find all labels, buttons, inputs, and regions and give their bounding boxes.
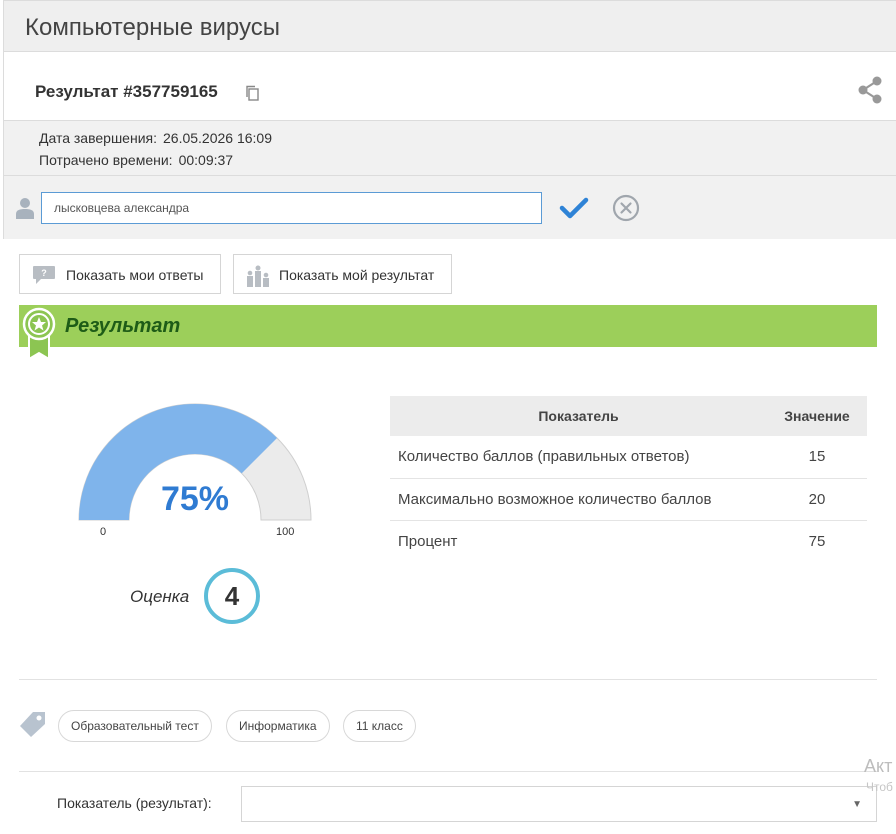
time-spent-label: Потрачено времени: <box>39 152 173 168</box>
activation-watermark-line1: Акт <box>864 756 893 776</box>
page-header: Компьютерные вирусы <box>3 0 896 52</box>
svg-text:?: ? <box>41 268 47 278</box>
table-row: Количество баллов (правильных ответов) 1… <box>390 436 867 479</box>
row-value: 15 <box>767 436 867 479</box>
row-value: 20 <box>767 478 867 521</box>
gauge-min-label: 0 <box>100 526 107 538</box>
activation-watermark-line2: Чтоб <box>866 780 893 794</box>
column-header-indicator: Показатель <box>390 396 767 436</box>
divider <box>19 679 877 680</box>
table-row: Максимально возможное количество баллов … <box>390 478 867 521</box>
row-label: Максимально возможное количество баллов <box>390 478 767 521</box>
show-result-button[interactable]: Показать мой результат <box>233 254 452 294</box>
column-header-value: Значение <box>767 396 867 436</box>
completed-date-value: 26.05.2026 16:09 <box>163 130 272 146</box>
check-icon[interactable] <box>559 196 589 220</box>
result-banner-label: Результат <box>65 315 181 337</box>
result-heading-bar: Результат #357759165 <box>3 52 896 120</box>
grade-label: Оценка <box>130 587 190 606</box>
indicator-select[interactable]: ▼ <box>241 786 877 822</box>
indicator-filter-label: Показатель (результат): <box>57 795 212 811</box>
result-title: Результат #357759165 <box>35 82 218 101</box>
row-label: Процент <box>398 532 458 550</box>
podium-icon <box>247 265 269 287</box>
tag-chip-grade[interactable]: 11 класс <box>343 710 416 742</box>
show-answers-button[interactable]: ? Показать мои ответы <box>19 254 221 294</box>
dropdown-arrow-icon: ▼ <box>852 799 862 810</box>
question-bubble-icon: ? <box>33 266 55 284</box>
share-icon[interactable] <box>857 76 883 104</box>
time-spent-value: 00:09:37 <box>178 152 234 168</box>
row-label: Количество баллов (правильных ответов) <box>390 436 767 479</box>
award-ribbon-icon <box>22 307 56 359</box>
cancel-icon[interactable] <box>612 194 640 222</box>
copy-icon[interactable] <box>245 85 259 101</box>
name-edit-row <box>3 175 896 239</box>
student-name-input[interactable] <box>41 192 542 224</box>
grade-value: 4 <box>204 568 260 624</box>
tag-icon <box>20 712 45 737</box>
row-value: 75 <box>808 532 826 550</box>
show-answers-label: Показать мои ответы <box>66 267 204 283</box>
show-result-label: Показать мой результат <box>279 267 435 283</box>
divider <box>19 771 877 772</box>
result-banner: Результат <box>19 305 877 359</box>
completed-date-row: Дата завершения: 26.05.2026 16:09 <box>39 130 272 146</box>
page-title: Компьютерные вирусы <box>25 14 280 41</box>
tag-chip-subject[interactable]: Информатика <box>226 710 330 742</box>
table-header-row: Показатель Значение <box>390 396 867 436</box>
gauge-percent: 75% <box>160 480 230 518</box>
tag-chip-test-type[interactable]: Образовательный тест <box>58 710 212 742</box>
gauge-max-label: 100 <box>276 526 295 538</box>
user-icon <box>16 198 34 219</box>
time-spent-row: Потрачено времени: 00:09:37 <box>39 152 233 168</box>
results-table: Показатель Значение Количество баллов (п… <box>390 396 867 562</box>
result-meta: Дата завершения: 26.05.2026 16:09 Потраче… <box>3 120 896 175</box>
completed-date-label: Дата завершения: <box>39 130 157 146</box>
table-row: Процент 75 <box>390 520 867 562</box>
score-gauge <box>78 403 312 521</box>
